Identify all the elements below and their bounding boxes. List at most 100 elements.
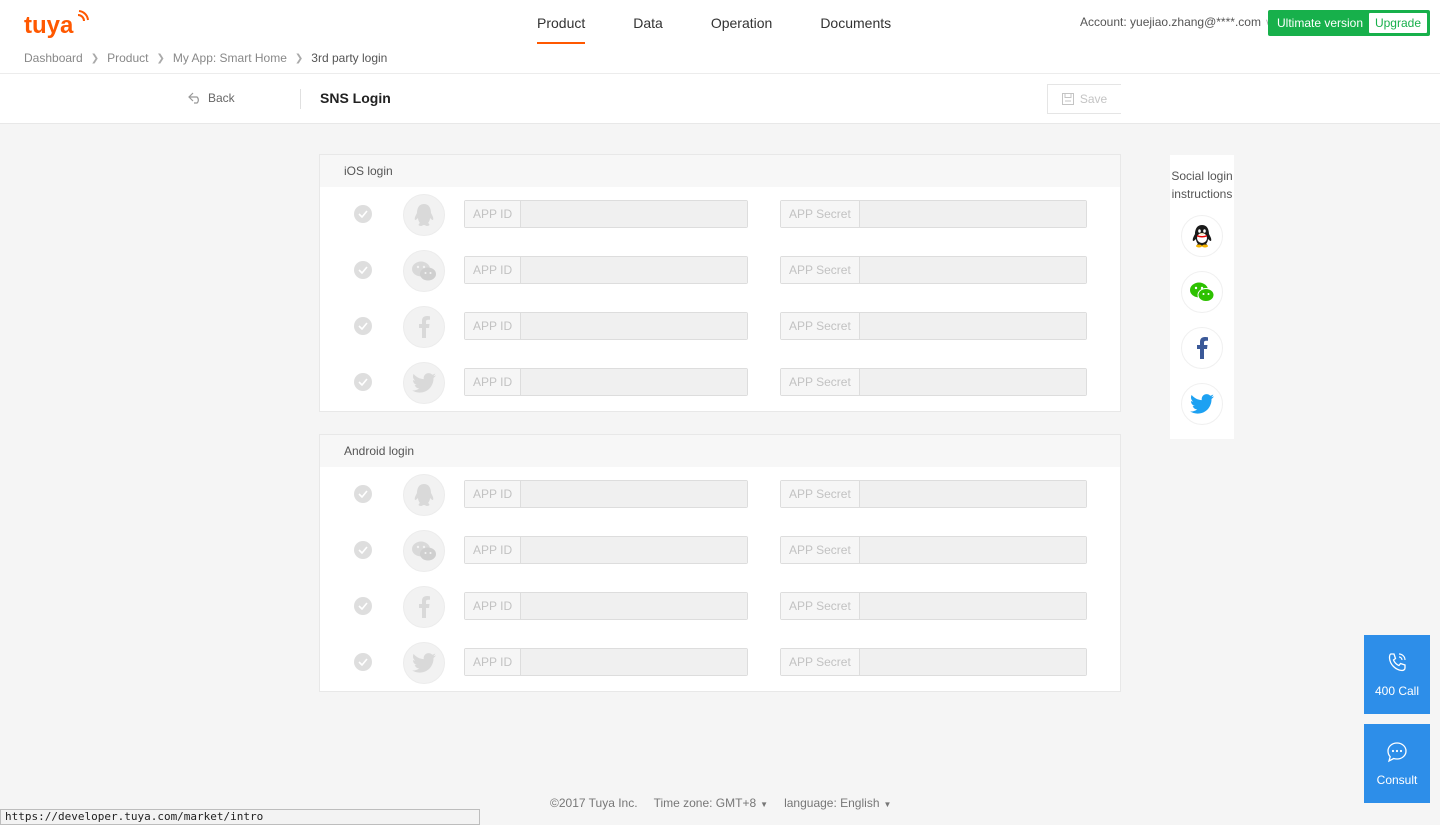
- app-secret-label: APP Secret: [781, 481, 860, 507]
- check-icon[interactable]: [354, 317, 372, 335]
- app-secret-input[interactable]: [859, 313, 1086, 339]
- app-id-field[interactable]: APP ID: [464, 256, 748, 284]
- plan-badge: Ultimate version Upgrade: [1268, 10, 1430, 36]
- account-menu[interactable]: Account: yuejiao.zhang@****.com ∨: [1080, 15, 1272, 29]
- save-label: Save: [1079, 92, 1108, 106]
- top-header: tuya Product Data Operation Documents Ac…: [0, 0, 1440, 74]
- app-secret-label: APP Secret: [781, 369, 860, 395]
- breadcrumb-app[interactable]: My App: Smart Home: [173, 51, 287, 65]
- app-secret-field[interactable]: APP Secret: [780, 648, 1087, 676]
- nav-operation[interactable]: Operation: [711, 0, 772, 46]
- main-nav: Product Data Operation Documents: [537, 0, 939, 46]
- facebook-icon: [403, 586, 445, 628]
- app-id-field[interactable]: APP ID: [464, 200, 748, 228]
- sns-row-facebook: APP ID APP Secret: [320, 306, 1120, 362]
- app-secret-input[interactable]: [859, 481, 1086, 507]
- sns-row-facebook: APP ID APP Secret: [320, 586, 1120, 642]
- app-secret-field[interactable]: APP Secret: [780, 368, 1087, 396]
- check-icon[interactable]: [354, 597, 372, 615]
- app-secret-field[interactable]: APP Secret: [780, 256, 1087, 284]
- app-id-input[interactable]: [521, 537, 747, 563]
- sns-row-wechat: APP ID APP Secret: [320, 530, 1120, 586]
- nav-documents[interactable]: Documents: [820, 0, 891, 46]
- caret-down-icon: ▼: [760, 800, 769, 809]
- app-id-field[interactable]: APP ID: [464, 312, 748, 340]
- divider: [300, 89, 301, 109]
- app-id-field[interactable]: APP ID: [464, 368, 748, 396]
- chevron-right-icon: ❯: [156, 52, 165, 64]
- app-secret-field[interactable]: APP Secret: [780, 200, 1087, 228]
- app-secret-field[interactable]: APP Secret: [780, 592, 1087, 620]
- account-label: Account: yuejiao.zhang@****.com: [1080, 15, 1261, 29]
- app-id-input[interactable]: [521, 257, 747, 283]
- check-icon[interactable]: [354, 485, 372, 503]
- app-id-field[interactable]: APP ID: [464, 592, 748, 620]
- app-secret-input[interactable]: [859, 201, 1086, 227]
- consult-label: Consult: [1376, 772, 1418, 787]
- app-id-input[interactable]: [521, 593, 747, 619]
- check-icon[interactable]: [354, 653, 372, 671]
- app-secret-field[interactable]: APP Secret: [780, 480, 1087, 508]
- phone-icon: [1388, 652, 1406, 671]
- wechat-icon[interactable]: [1181, 271, 1223, 313]
- caret-down-icon: ▼: [883, 800, 892, 809]
- app-secret-label: APP Secret: [781, 257, 860, 283]
- upgrade-button[interactable]: Upgrade: [1368, 13, 1427, 33]
- app-secret-label: APP Secret: [781, 201, 860, 227]
- twitter-icon[interactable]: [1181, 383, 1223, 425]
- breadcrumb-product[interactable]: Product: [107, 51, 148, 65]
- check-icon[interactable]: [354, 373, 372, 391]
- app-id-input[interactable]: [521, 649, 747, 675]
- consult-button[interactable]: Consult: [1364, 724, 1430, 803]
- chevron-right-icon: ❯: [90, 52, 100, 64]
- qq-icon[interactable]: [1181, 215, 1223, 257]
- nav-product[interactable]: Product: [537, 0, 586, 46]
- back-label: Back: [208, 91, 235, 105]
- app-id-input[interactable]: [521, 201, 747, 227]
- sns-row-twitter: APP ID APP Secret: [320, 362, 1120, 418]
- app-secret-input[interactable]: [859, 257, 1086, 283]
- app-secret-field[interactable]: APP Secret: [780, 536, 1087, 564]
- app-id-label: APP ID: [465, 201, 522, 227]
- app-id-field[interactable]: APP ID: [464, 648, 748, 676]
- app-id-label: APP ID: [465, 369, 522, 395]
- sns-row-wechat: APP ID APP Secret: [320, 250, 1120, 306]
- app-id-label: APP ID: [465, 481, 522, 507]
- app-id-input[interactable]: [521, 313, 747, 339]
- app-secret-input[interactable]: [859, 537, 1086, 563]
- sns-row-qq: APP ID APP Secret: [320, 474, 1120, 530]
- language-select[interactable]: language: English ▼: [784, 796, 891, 810]
- app-id-field[interactable]: APP ID: [464, 480, 748, 508]
- check-icon[interactable]: [354, 205, 372, 223]
- call-label: 400 Call: [1374, 683, 1420, 698]
- app-secret-label: APP Secret: [781, 537, 860, 563]
- instructions-title: Social login instructions: [1171, 169, 1233, 201]
- call-button[interactable]: 400 Call: [1364, 635, 1430, 714]
- app-secret-input[interactable]: [859, 369, 1086, 395]
- timezone-label: Time zone: GMT+8: [653, 796, 757, 810]
- breadcrumb-dashboard[interactable]: Dashboard: [24, 51, 83, 65]
- tuya-logo[interactable]: tuya: [24, 9, 90, 39]
- app-id-label: APP ID: [465, 593, 522, 619]
- check-icon[interactable]: [354, 541, 372, 559]
- app-secret-field[interactable]: APP Secret: [780, 312, 1087, 340]
- app-secret-input[interactable]: [859, 649, 1086, 675]
- twitter-icon: [403, 362, 445, 404]
- timezone-select[interactable]: Time zone: GMT+8 ▼: [654, 796, 769, 810]
- app-id-field[interactable]: APP ID: [464, 536, 748, 564]
- qq-icon: [403, 194, 445, 236]
- check-icon[interactable]: [354, 261, 372, 279]
- plan-version: Ultimate version: [1277, 16, 1364, 30]
- social-login-instructions: Social login instructions: [1170, 155, 1234, 439]
- sns-row-twitter: APP ID APP Secret: [320, 642, 1120, 698]
- back-button[interactable]: Back: [188, 91, 235, 105]
- app-id-input[interactable]: [521, 369, 747, 395]
- qq-icon: [403, 474, 445, 516]
- breadcrumb: Dashboard ❯ Product ❯ My App: Smart Home…: [24, 51, 387, 65]
- facebook-icon[interactable]: [1181, 327, 1223, 369]
- nav-data[interactable]: Data: [633, 0, 663, 46]
- app-secret-input[interactable]: [859, 593, 1086, 619]
- save-button[interactable]: Save: [1047, 84, 1121, 114]
- back-arrow-icon: [188, 92, 199, 104]
- app-id-input[interactable]: [521, 481, 747, 507]
